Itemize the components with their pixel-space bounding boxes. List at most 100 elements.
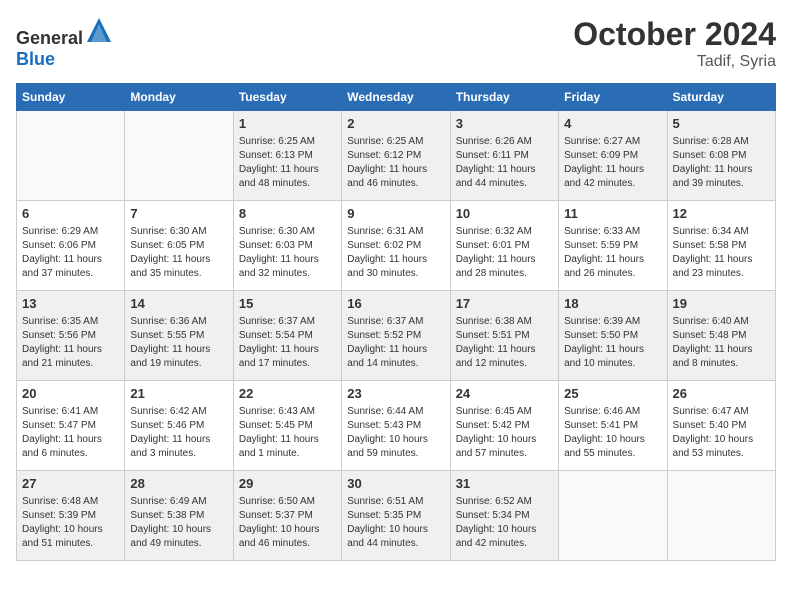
day-number: 19	[673, 295, 770, 313]
day-info: Sunrise: 6:30 AM Sunset: 6:05 PM Dayligh…	[130, 225, 227, 281]
day-number: 26	[673, 385, 770, 403]
calendar-cell: 14 Sunrise: 6:36 AM Sunset: 5:55 PM Dayli…	[125, 291, 233, 381]
calendar-week-row: 6 Sunrise: 6:29 AM Sunset: 6:06 PM Daylig…	[17, 201, 776, 291]
title-block: October 2024 Tadif, Syria	[573, 16, 776, 71]
day-info: Sunrise: 6:49 AM Sunset: 5:38 PM Dayligh…	[130, 495, 227, 551]
day-info: Sunrise: 6:34 AM Sunset: 5:58 PM Dayligh…	[673, 225, 770, 281]
day-number: 2	[347, 115, 444, 133]
calendar-cell: 23 Sunrise: 6:44 AM Sunset: 5:43 PM Dayli…	[342, 381, 450, 471]
day-info: Sunrise: 6:37 AM Sunset: 5:52 PM Dayligh…	[347, 315, 444, 371]
day-number: 31	[456, 475, 553, 493]
weekday-header: Tuesday	[233, 84, 341, 111]
day-number: 15	[239, 295, 336, 313]
calendar-cell: 6 Sunrise: 6:29 AM Sunset: 6:06 PM Daylig…	[17, 201, 125, 291]
day-number: 17	[456, 295, 553, 313]
calendar-cell: 9 Sunrise: 6:31 AM Sunset: 6:02 PM Daylig…	[342, 201, 450, 291]
day-info: Sunrise: 6:41 AM Sunset: 5:47 PM Dayligh…	[22, 405, 119, 461]
calendar-cell: 30 Sunrise: 6:51 AM Sunset: 5:35 PM Dayli…	[342, 471, 450, 561]
calendar-cell: 18 Sunrise: 6:39 AM Sunset: 5:50 PM Dayli…	[559, 291, 667, 381]
day-number: 18	[564, 295, 661, 313]
calendar-cell: 12Sunrise: 6:34 AM Sunset: 5:58 PM Dayli…	[667, 201, 775, 291]
weekday-header: Thursday	[450, 84, 558, 111]
day-number: 11	[564, 205, 661, 223]
logo-text-general: General	[16, 28, 83, 48]
calendar-cell: 22Sunrise: 6:43 AM Sunset: 5:45 PM Dayli…	[233, 381, 341, 471]
calendar-cell: 1 Sunrise: 6:25 AM Sunset: 6:13 PM Daylig…	[233, 111, 341, 201]
day-number: 20	[22, 385, 119, 403]
calendar-week-row: 27 Sunrise: 6:48 AM Sunset: 5:39 PM Dayli…	[17, 471, 776, 561]
calendar-cell	[667, 471, 775, 561]
weekday-header: Sunday	[17, 84, 125, 111]
day-number: 29	[239, 475, 336, 493]
day-number: 4	[564, 115, 661, 133]
day-number: 27	[22, 475, 119, 493]
day-info: Sunrise: 6:31 AM Sunset: 6:02 PM Dayligh…	[347, 225, 444, 281]
day-info: Sunrise: 6:35 AM Sunset: 5:56 PM Dayligh…	[22, 315, 119, 371]
day-info: Sunrise: 6:50 AM Sunset: 5:37 PM Dayligh…	[239, 495, 336, 551]
calendar-cell: 8Sunrise: 6:30 AM Sunset: 6:03 PM Daylig…	[233, 201, 341, 291]
calendar-cell	[559, 471, 667, 561]
day-number: 24	[456, 385, 553, 403]
day-number: 9	[347, 205, 444, 223]
calendar-cell: 5Sunrise: 6:28 AM Sunset: 6:08 PM Daylig…	[667, 111, 775, 201]
calendar-cell: 20 Sunrise: 6:41 AM Sunset: 5:47 PM Dayli…	[17, 381, 125, 471]
calendar-cell: 15Sunrise: 6:37 AM Sunset: 5:54 PM Dayli…	[233, 291, 341, 381]
day-number: 3	[456, 115, 553, 133]
day-number: 8	[239, 205, 336, 223]
day-info: Sunrise: 6:28 AM Sunset: 6:08 PM Dayligh…	[673, 135, 770, 191]
weekday-header: Saturday	[667, 84, 775, 111]
day-info: Sunrise: 6:51 AM Sunset: 5:35 PM Dayligh…	[347, 495, 444, 551]
day-number: 21	[130, 385, 227, 403]
day-info: Sunrise: 6:45 AM Sunset: 5:42 PM Dayligh…	[456, 405, 553, 461]
calendar-cell: 21Sunrise: 6:42 AM Sunset: 5:46 PM Dayli…	[125, 381, 233, 471]
day-info: Sunrise: 6:38 AM Sunset: 5:51 PM Dayligh…	[456, 315, 553, 371]
day-number: 28	[130, 475, 227, 493]
day-number: 30	[347, 475, 444, 493]
day-info: Sunrise: 6:44 AM Sunset: 5:43 PM Dayligh…	[347, 405, 444, 461]
day-number: 1	[239, 115, 336, 133]
calendar-week-row: 1 Sunrise: 6:25 AM Sunset: 6:13 PM Daylig…	[17, 111, 776, 201]
weekday-header: Monday	[125, 84, 233, 111]
calendar-week-row: 13 Sunrise: 6:35 AM Sunset: 5:56 PM Dayli…	[17, 291, 776, 381]
day-number: 23	[347, 385, 444, 403]
calendar-cell: 25 Sunrise: 6:46 AM Sunset: 5:41 PM Dayli…	[559, 381, 667, 471]
calendar-cell: 19 Sunrise: 6:40 AM Sunset: 5:48 PM Dayli…	[667, 291, 775, 381]
day-number: 25	[564, 385, 661, 403]
calendar-cell	[125, 111, 233, 201]
day-number: 10	[456, 205, 553, 223]
day-info: Sunrise: 6:36 AM Sunset: 5:55 PM Dayligh…	[130, 315, 227, 371]
day-info: Sunrise: 6:48 AM Sunset: 5:39 PM Dayligh…	[22, 495, 119, 551]
day-info: Sunrise: 6:33 AM Sunset: 5:59 PM Dayligh…	[564, 225, 661, 281]
calendar-cell: 24 Sunrise: 6:45 AM Sunset: 5:42 PM Dayli…	[450, 381, 558, 471]
calendar-cell: 2Sunrise: 6:25 AM Sunset: 6:12 PM Daylig…	[342, 111, 450, 201]
weekday-header: Friday	[559, 84, 667, 111]
day-info: Sunrise: 6:40 AM Sunset: 5:48 PM Dayligh…	[673, 315, 770, 371]
day-number: 22	[239, 385, 336, 403]
day-info: Sunrise: 6:46 AM Sunset: 5:41 PM Dayligh…	[564, 405, 661, 461]
day-number: 13	[22, 295, 119, 313]
day-info: Sunrise: 6:32 AM Sunset: 6:01 PM Dayligh…	[456, 225, 553, 281]
day-number: 6	[22, 205, 119, 223]
day-info: Sunrise: 6:26 AM Sunset: 6:11 PM Dayligh…	[456, 135, 553, 191]
calendar-cell	[17, 111, 125, 201]
calendar-cell: 13 Sunrise: 6:35 AM Sunset: 5:56 PM Dayli…	[17, 291, 125, 381]
calendar-cell: 7 Sunrise: 6:30 AM Sunset: 6:05 PM Daylig…	[125, 201, 233, 291]
calendar-cell: 17 Sunrise: 6:38 AM Sunset: 5:51 PM Dayli…	[450, 291, 558, 381]
calendar-header-row: SundayMondayTuesdayWednesdayThursdayFrid…	[17, 84, 776, 111]
day-info: Sunrise: 6:39 AM Sunset: 5:50 PM Dayligh…	[564, 315, 661, 371]
day-info: Sunrise: 6:29 AM Sunset: 6:06 PM Dayligh…	[22, 225, 119, 281]
calendar-cell: 31Sunrise: 6:52 AM Sunset: 5:34 PM Dayli…	[450, 471, 558, 561]
day-info: Sunrise: 6:25 AM Sunset: 6:13 PM Dayligh…	[239, 135, 336, 191]
day-number: 14	[130, 295, 227, 313]
calendar-cell: 10 Sunrise: 6:32 AM Sunset: 6:01 PM Dayli…	[450, 201, 558, 291]
weekday-header: Wednesday	[342, 84, 450, 111]
day-number: 7	[130, 205, 227, 223]
calendar-week-row: 20 Sunrise: 6:41 AM Sunset: 5:47 PM Dayli…	[17, 381, 776, 471]
page-header: General Blue October 2024 Tadif, Syria	[16, 16, 776, 71]
calendar-cell: 28 Sunrise: 6:49 AM Sunset: 5:38 PM Dayli…	[125, 471, 233, 561]
calendar-cell: 27 Sunrise: 6:48 AM Sunset: 5:39 PM Dayli…	[17, 471, 125, 561]
location-title: Tadif, Syria	[573, 53, 776, 71]
logo: General Blue	[16, 16, 113, 70]
day-number: 16	[347, 295, 444, 313]
day-info: Sunrise: 6:27 AM Sunset: 6:09 PM Dayligh…	[564, 135, 661, 191]
